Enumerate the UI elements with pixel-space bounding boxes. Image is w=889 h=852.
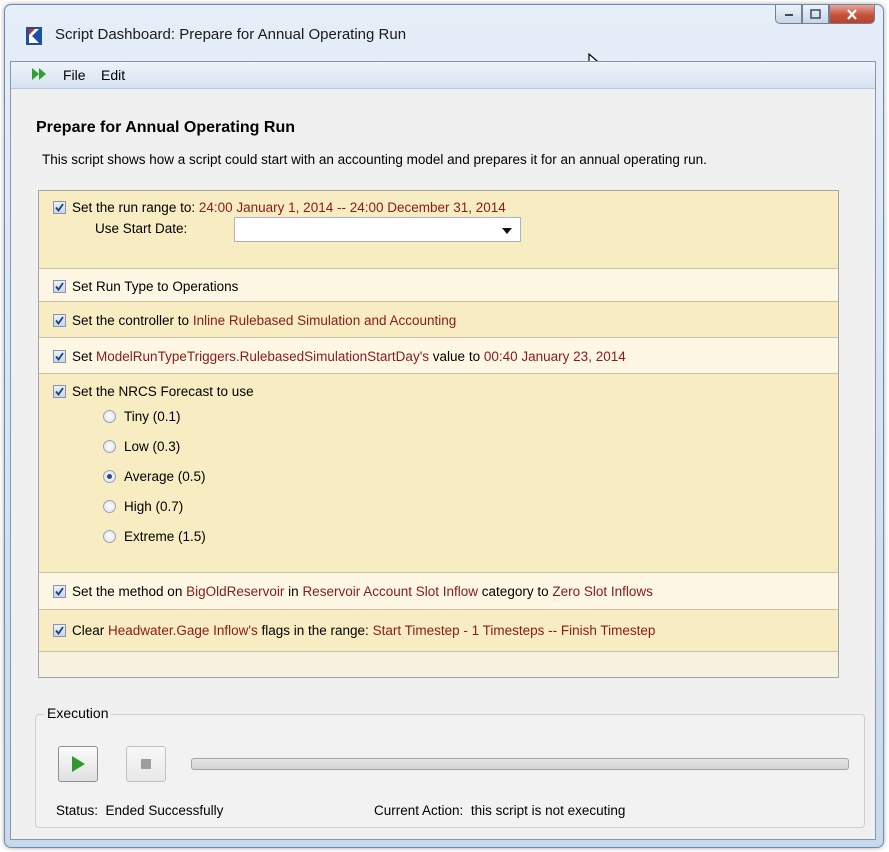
forecast-label: Set the NRCS Forecast to use: [72, 383, 254, 399]
close-icon: [847, 8, 857, 20]
method-p1: Set the method on: [72, 583, 183, 599]
status-value: Ended Successfully: [105, 803, 224, 818]
method-p2: in: [288, 583, 299, 599]
stop-icon: [141, 759, 151, 769]
minimize-button[interactable]: [775, 5, 802, 24]
checkmark-icon: [55, 351, 64, 361]
method-object: BigOldReservoir: [186, 583, 285, 599]
dashboard-client-area: File Edit Prepare for Annual Operating R…: [10, 61, 876, 840]
script-description: This script shows how a script could sta…: [42, 152, 707, 167]
method-p3: category to: [481, 583, 549, 599]
use-start-date-label: Use Start Date:: [95, 221, 188, 236]
action-trigger-start-day: Set ModelRunTypeTriggers.RulebasedSimula…: [39, 338, 838, 374]
execution-title: Execution: [44, 705, 112, 721]
run-range-value: 24:00 January 1, 2014 -- 24:00 December …: [198, 199, 506, 215]
forecast-option[interactable]: Extreme (1.5): [103, 526, 206, 546]
menu-edit[interactable]: Edit: [101, 67, 125, 83]
play-icon: [72, 756, 85, 772]
trigger-slot: ModelRunTypeTriggers.RulebasedSimulation…: [96, 348, 430, 364]
checkmark-icon: [55, 386, 64, 396]
forecast-option-label: Low (0.3): [124, 438, 181, 454]
chevron-down-icon: [502, 228, 512, 234]
trigger-value: 00:40 January 23, 2014: [483, 348, 626, 364]
method-category: Reservoir Account Slot Inflow: [302, 583, 479, 599]
maximize-button[interactable]: [802, 5, 829, 24]
forecast-option-label: Average (0.5): [124, 468, 206, 484]
start-date-dropdown[interactable]: [234, 217, 521, 242]
flags-checkbox[interactable]: [53, 623, 66, 637]
forecast-option[interactable]: Low (0.3): [103, 436, 180, 456]
flags-p1: Clear: [72, 622, 105, 638]
forecast-option-label: Tiny (0.1): [124, 408, 181, 424]
status-label: Status:: [56, 803, 99, 818]
trigger-prefix: Set: [72, 348, 93, 364]
current-action-text: Current Action: this script is not execu…: [374, 803, 625, 818]
flags-range: Start Timestep - 1 Timesteps -- Finish T…: [372, 622, 656, 638]
menu-file[interactable]: File: [63, 67, 86, 83]
radio-button-selected[interactable]: [103, 469, 116, 483]
minimize-icon: [784, 14, 793, 16]
trigger-mid: value to: [432, 348, 481, 364]
forecast-option[interactable]: Tiny (0.1): [103, 406, 181, 426]
run-type-label: Set Run Type to Operations: [72, 278, 239, 294]
checkmark-icon: [55, 586, 64, 596]
method-value: Zero Slot Inflows: [552, 583, 653, 599]
controller-value: Inline Rulebased Simulation and Accounti…: [192, 312, 457, 328]
script-dashboard-window: Script Dashboard: Prepare for Annual Ope…: [4, 4, 884, 848]
window-controls: [775, 5, 875, 25]
current-action-label: Current Action:: [374, 803, 464, 818]
action-run-range: Set the run range to: 24:00 January 1, 2…: [39, 191, 838, 269]
forecast-option[interactable]: Average (0.5): [103, 466, 206, 486]
radio-button[interactable]: [103, 409, 116, 423]
actions-panel: Set the run range to: 24:00 January 1, 2…: [38, 190, 839, 678]
action-clear-flags: Clear Headwater.Gage Inflow's flags in t…: [39, 610, 838, 652]
radio-button[interactable]: [103, 529, 116, 543]
radio-button[interactable]: [103, 499, 116, 513]
title-bar[interactable]: Script Dashboard: Prepare for Annual Ope…: [5, 5, 883, 55]
forecast-option-label: Extreme (1.5): [124, 528, 206, 544]
maximize-icon: [810, 9, 821, 19]
controller-label: Set the controller to: [72, 312, 190, 328]
forecast-option[interactable]: High (0.7): [103, 496, 183, 516]
run-type-checkbox[interactable]: [53, 279, 66, 293]
controller-checkbox[interactable]: [53, 313, 66, 327]
action-run-type: Set Run Type to Operations: [39, 269, 838, 302]
flags-slot: Headwater.Gage Inflow's: [108, 622, 258, 638]
run-range-checkbox[interactable]: [53, 200, 66, 214]
run-script-icon[interactable]: [31, 67, 49, 81]
run-range-label: Set the run range to:: [72, 199, 196, 215]
checkmark-icon: [55, 315, 64, 325]
window-title: Script Dashboard: Prepare for Annual Ope…: [55, 26, 407, 43]
riverware-app-icon: [26, 27, 42, 45]
trigger-checkbox[interactable]: [53, 349, 66, 363]
script-heading: Prepare for Annual Operating Run: [36, 119, 295, 136]
method-checkbox[interactable]: [53, 584, 66, 598]
forecast-checkbox[interactable]: [53, 384, 66, 398]
radio-button[interactable]: [103, 439, 116, 453]
execution-progress-bar: [191, 758, 849, 770]
flags-p2: flags in the range:: [261, 622, 369, 638]
action-set-method: Set the method on BigOldReservoir in Res…: [39, 573, 838, 610]
checkmark-icon: [55, 281, 64, 291]
status-text: Status: Ended Successfully: [56, 803, 223, 818]
close-button[interactable]: [829, 5, 875, 24]
checkmark-icon: [55, 625, 64, 635]
run-button[interactable]: [58, 746, 98, 782]
forecast-option-label: High (0.7): [124, 498, 184, 514]
current-action-value: this script is not executing: [470, 803, 626, 818]
checkmark-icon: [55, 202, 64, 212]
action-nrcs-forecast: Set the NRCS Forecast to use Tiny (0.1) …: [39, 374, 838, 573]
action-controller: Set the controller to Inline Rulebased S…: [39, 302, 838, 338]
stop-button[interactable]: [126, 746, 166, 782]
menu-bar: File Edit: [11, 62, 875, 89]
